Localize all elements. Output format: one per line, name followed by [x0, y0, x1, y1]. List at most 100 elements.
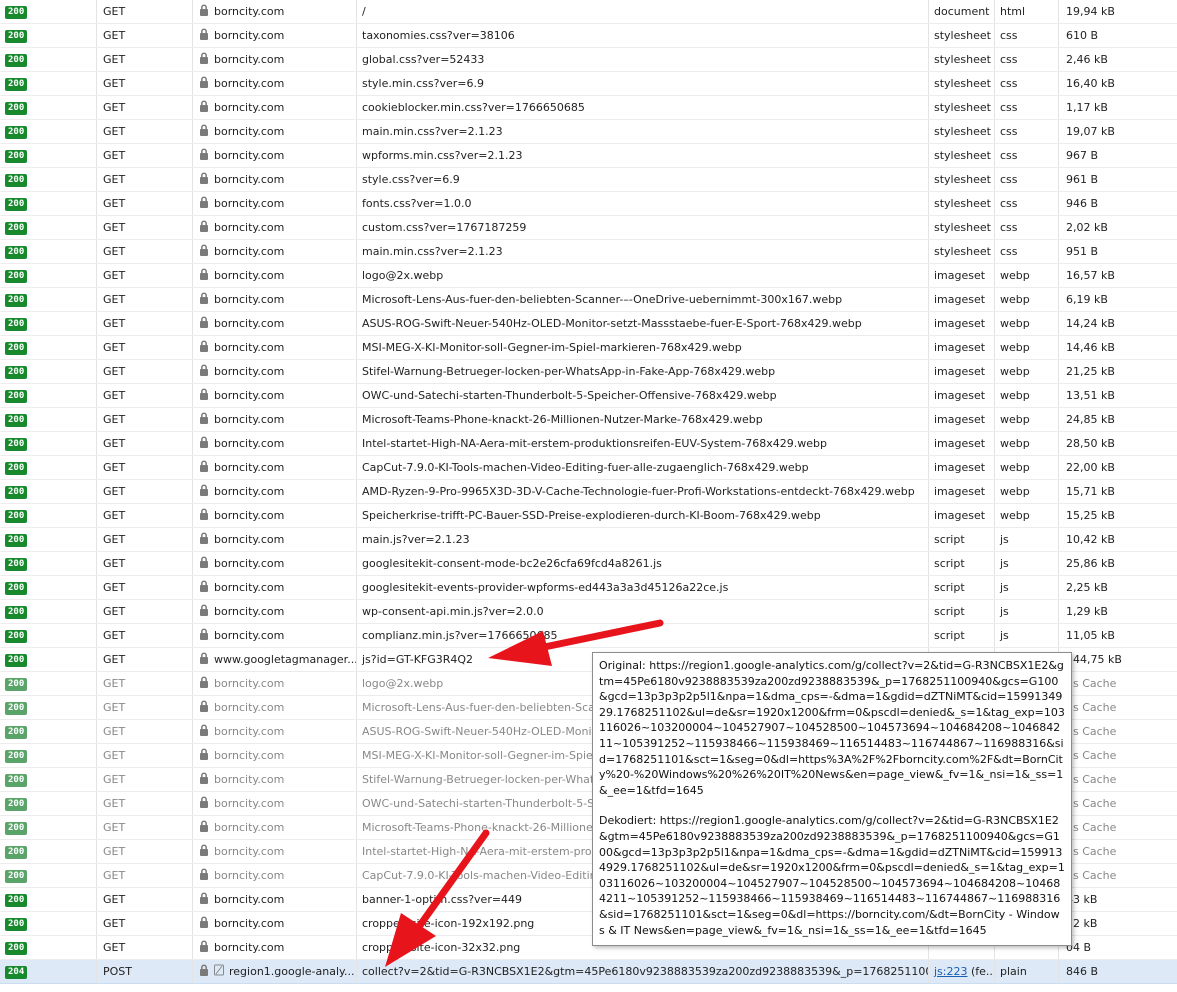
- domain-text: borncity.com: [214, 173, 285, 186]
- status-cell: 200: [0, 336, 97, 359]
- status-cell: 200: [0, 672, 97, 695]
- table-row[interactable]: 200 GET borncity.com Intel-startet-High-NA-…: [0, 432, 1177, 456]
- domain-text: borncity.com: [214, 389, 285, 402]
- table-row[interactable]: 200 GET borncity.com wp-consent-api.min.js?…: [0, 600, 1177, 624]
- domain-text: borncity.com: [214, 485, 285, 498]
- domain-text: borncity.com: [214, 917, 285, 930]
- domain-cell: borncity.com: [193, 120, 357, 143]
- type-cell: css: [995, 120, 1059, 143]
- table-row[interactable]: 200 GET borncity.com ASUS-ROG-Swift-Neuer-5…: [0, 312, 1177, 336]
- table-row[interactable]: 200 GET borncity.com Speicherkrise-trifft-P…: [0, 504, 1177, 528]
- table-row[interactable]: 200 GET borncity.com logo@2x.webp imageset we…: [0, 264, 1177, 288]
- method-cell: GET: [97, 864, 193, 887]
- type-cell: css: [995, 168, 1059, 191]
- initiator-link[interactable]: js:223: [934, 965, 968, 978]
- domain-text: borncity.com: [214, 53, 285, 66]
- domain-cell: borncity.com: [193, 360, 357, 383]
- url-tooltip: Original: https://region1.google-analyti…: [592, 652, 1072, 946]
- method-cell: GET: [97, 888, 193, 911]
- type-cell: css: [995, 144, 1059, 167]
- lock-icon: [199, 241, 209, 264]
- status-badge: 200: [5, 125, 28, 139]
- table-row[interactable]: 200 GET borncity.com Stifel-Warnung-Betrueg…: [0, 360, 1177, 384]
- domain-text: borncity.com: [214, 629, 285, 642]
- table-row[interactable]: 200 GET borncity.com main.min.css?ver=2.1.2…: [0, 120, 1177, 144]
- table-row[interactable]: 200 GET borncity.com cookieblocker.min.css?…: [0, 96, 1177, 120]
- table-row[interactable]: 200 GET borncity.com main.js?ver=2.1.23 scri…: [0, 528, 1177, 552]
- status-badge: 200: [5, 917, 28, 931]
- domain-cell: borncity.com: [193, 504, 357, 527]
- domain-cell: borncity.com: [193, 792, 357, 815]
- status-cell: 200: [0, 936, 97, 959]
- domain-cell: borncity.com: [193, 456, 357, 479]
- status-cell: 200: [0, 0, 97, 23]
- method-cell: GET: [97, 624, 193, 647]
- lock-icon: [199, 265, 209, 288]
- status-cell: 200: [0, 624, 97, 647]
- table-row[interactable]: 200 GET borncity.com Microsoft-Teams-Phone-…: [0, 408, 1177, 432]
- domain-cell: region1.google-analy...: [193, 960, 357, 983]
- lock-icon: [199, 505, 209, 528]
- size-cell: 13,51 kB: [1066, 389, 1115, 402]
- cause-cell: stylesheet: [929, 240, 995, 263]
- table-row[interactable]: 200 GET borncity.com taxonomies.css?ver=381…: [0, 24, 1177, 48]
- cause-cell: imageset: [929, 360, 995, 383]
- table-row[interactable]: 200 GET borncity.com custom.css?ver=1767187…: [0, 216, 1177, 240]
- type-cell: webp: [995, 408, 1059, 431]
- table-row[interactable]: 200 GET borncity.com OWC-und-Satechi-starte…: [0, 384, 1177, 408]
- domain-text: borncity.com: [214, 245, 285, 258]
- domain-text: borncity.com: [214, 221, 285, 234]
- method-cell: GET: [97, 432, 193, 455]
- table-row[interactable]: 200 GET borncity.com complianz.min.js?ver=1…: [0, 624, 1177, 648]
- table-row[interactable]: 200 GET borncity.com style.min.css?ver=6.9 s…: [0, 72, 1177, 96]
- method-cell: GET: [97, 96, 193, 119]
- file-cell: googlesitekit-consent-mode-bc2e26cfa69fc…: [357, 552, 929, 575]
- status-badge: 200: [5, 821, 28, 835]
- file-cell: complianz.min.js?ver=1766650685: [357, 624, 929, 647]
- table-row[interactable]: 200 GET borncity.com global.css?ver=52433 st…: [0, 48, 1177, 72]
- domain-cell: borncity.com: [193, 312, 357, 335]
- table-row[interactable]: 200 GET borncity.com AMD-Ryzen-9-Pro-9965X3…: [0, 480, 1177, 504]
- table-row[interactable]: 200 GET borncity.com CapCut-7.9.0-KI-Tools-…: [0, 456, 1177, 480]
- table-row[interactable]: 204 POST region1.google-analy... collect?v=…: [0, 960, 1177, 984]
- table-row[interactable]: 200 GET borncity.com wpforms.min.css?ver=2.…: [0, 144, 1177, 168]
- method-cell: GET: [97, 72, 193, 95]
- lock-icon: [199, 145, 209, 168]
- table-row[interactable]: 200 GET borncity.com googlesitekit-consent-…: [0, 552, 1177, 576]
- cause-cell: stylesheet: [929, 192, 995, 215]
- lock-icon: [199, 745, 209, 768]
- size-cell: 16,57 kB: [1066, 269, 1115, 282]
- status-badge: 200: [5, 77, 28, 91]
- lock-icon: [199, 865, 209, 888]
- domain-cell: borncity.com: [193, 384, 357, 407]
- type-cell: html: [995, 0, 1059, 23]
- status-badge: 200: [5, 509, 28, 523]
- domain-text: borncity.com: [214, 269, 285, 282]
- lock-icon: [199, 409, 209, 432]
- table-row[interactable]: 200 GET borncity.com / document html 19,94 kB: [0, 0, 1177, 24]
- status-cell: 200: [0, 240, 97, 263]
- status-cell: 200: [0, 528, 97, 551]
- method-cell: GET: [97, 816, 193, 839]
- size-cell: 72 kB: [1066, 917, 1098, 930]
- table-row[interactable]: 200 GET borncity.com MSI-MEG-X-KI-Monitor-s…: [0, 336, 1177, 360]
- table-row[interactable]: 200 GET borncity.com main.min.css?ver=2.1.2…: [0, 240, 1177, 264]
- type-cell: webp: [995, 288, 1059, 311]
- domain-cell: borncity.com: [193, 888, 357, 911]
- table-row[interactable]: 200 GET borncity.com style.css?ver=6.9 style…: [0, 168, 1177, 192]
- size-cell: 10,42 kB: [1066, 533, 1115, 546]
- status-badge: 200: [5, 461, 28, 475]
- table-row[interactable]: 200 GET borncity.com googlesitekit-events-p…: [0, 576, 1177, 600]
- domain-text: borncity.com: [214, 149, 285, 162]
- size-cell: us Cache: [1066, 701, 1117, 714]
- status-badge: 200: [5, 245, 28, 259]
- file-cell: main.js?ver=2.1.23: [357, 528, 929, 551]
- method-cell: GET: [97, 336, 193, 359]
- status-cell: 200: [0, 768, 97, 791]
- status-badge: 200: [5, 197, 28, 211]
- domain-cell: borncity.com: [193, 744, 357, 767]
- table-row[interactable]: 200 GET borncity.com Microsoft-Lens-Aus-fue…: [0, 288, 1177, 312]
- method-cell: GET: [97, 360, 193, 383]
- domain-cell: borncity.com: [193, 336, 357, 359]
- table-row[interactable]: 200 GET borncity.com fonts.css?ver=1.0.0 sty…: [0, 192, 1177, 216]
